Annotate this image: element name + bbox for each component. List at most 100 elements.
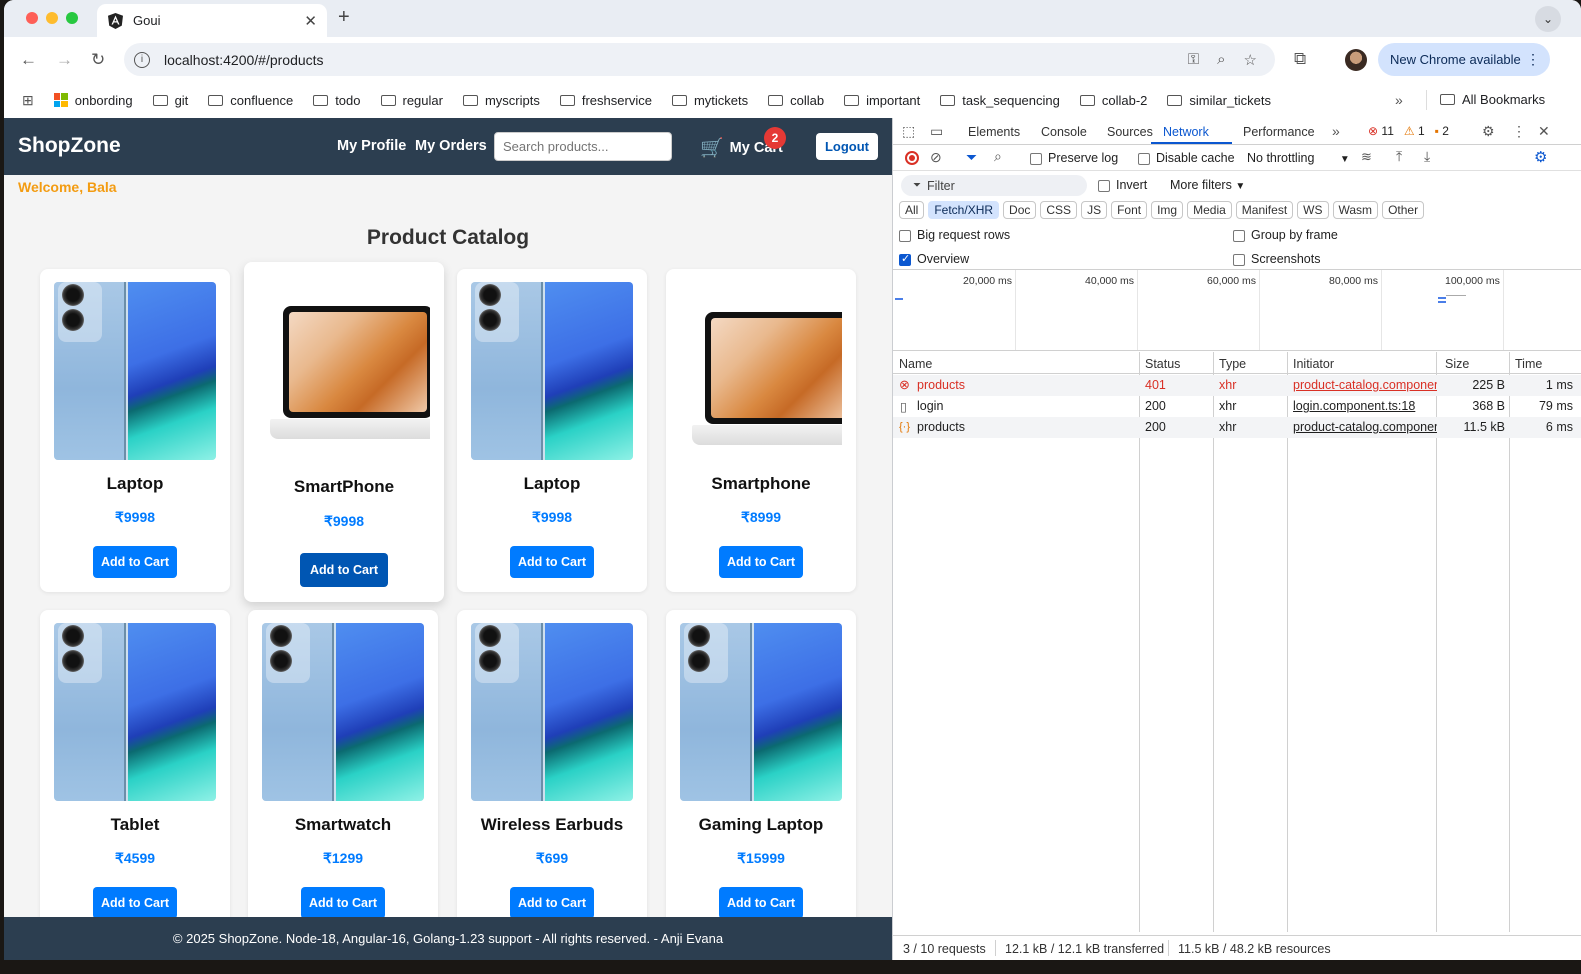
bookmark-confluence[interactable]: confluence [208, 93, 293, 108]
checkbox[interactable] [1233, 229, 1245, 242]
filter-chip-js[interactable]: JS [1081, 201, 1108, 219]
apps-grid-icon[interactable]: ⊞ [22, 92, 34, 109]
close-window-button[interactable] [26, 12, 38, 24]
reload-icon[interactable]: ↻ [91, 50, 105, 70]
add-to-cart-button[interactable]: Add to Cart [510, 887, 594, 919]
network-overview-timeline[interactable]: 20,000 ms 40,000 ms 60,000 ms 80,000 ms … [893, 269, 1581, 351]
more-menu-icon[interactable]: ⋮ [1526, 51, 1540, 68]
tab-elements[interactable]: Elements [968, 125, 1020, 139]
all-bookmarks[interactable]: All Bookmarks [1440, 92, 1545, 107]
site-info-icon[interactable]: i [134, 51, 150, 68]
new-tab-icon[interactable]: + [338, 6, 350, 29]
bookmark-star-icon[interactable]: ☆ [1244, 51, 1257, 69]
bookmark-task-sequencing[interactable]: task_sequencing [940, 93, 1060, 108]
bookmark-freshservice[interactable]: freshservice [559, 93, 652, 108]
record-icon[interactable] [905, 151, 919, 165]
overview-checkbox[interactable]: Overview [899, 252, 969, 266]
settings-gear-icon[interactable]: ⚙ [1482, 123, 1495, 140]
bookmark-important[interactable]: important [844, 93, 920, 108]
filter-chip-fetchxhr[interactable]: Fetch/XHR [928, 201, 1000, 219]
column-status[interactable]: Status [1145, 357, 1180, 371]
more-tabs-icon[interactable]: » [1332, 123, 1340, 139]
download-har-icon[interactable]: ⤓ [1424, 148, 1430, 165]
filter-input[interactable]: ⏷ Filter [901, 175, 1087, 196]
table-row[interactable]: ▯ login 200 xhr login.component.ts:18 368 B 79… [893, 396, 1581, 417]
filter-chip-wasm[interactable]: Wasm [1332, 201, 1379, 219]
tab-console[interactable]: Console [1041, 125, 1087, 139]
screenshots-checkbox[interactable]: Screenshots [1233, 252, 1320, 266]
filter-chip-media[interactable]: Media [1187, 201, 1232, 219]
my-profile-link[interactable]: My Profile [337, 138, 406, 154]
filter-chip-all[interactable]: All [899, 201, 925, 219]
bookmark-todo[interactable]: todo [313, 93, 361, 108]
column-time[interactable]: Time [1515, 357, 1542, 371]
inspect-element-icon[interactable]: ⬚ [902, 123, 915, 140]
close-devtools-icon[interactable]: ✕ [1538, 123, 1550, 140]
network-settings-icon[interactable]: ⚙ [1534, 148, 1547, 166]
checkbox[interactable] [899, 229, 911, 242]
bookmark-collab[interactable]: collab [768, 93, 824, 108]
add-to-cart-button[interactable]: Add to Cart [301, 887, 385, 919]
profile-avatar[interactable] [1345, 49, 1367, 71]
checkbox[interactable] [1098, 179, 1110, 192]
checkbox-checked[interactable] [899, 252, 911, 266]
zoom-icon[interactable]: ⌕ [1217, 51, 1225, 68]
key-icon[interactable]: ⚿ [1188, 51, 1199, 68]
filter-chip-css[interactable]: CSS [1040, 201, 1078, 219]
maximize-window-button[interactable] [66, 12, 78, 24]
filter-chip-img[interactable]: Img [1151, 201, 1184, 219]
filter-chip-doc[interactable]: Doc [1003, 201, 1037, 219]
group-by-frame-checkbox[interactable]: Group by frame [1233, 228, 1338, 242]
bookmark-onbording[interactable]: onbording [53, 93, 133, 108]
tab-sources[interactable]: Sources [1107, 125, 1153, 139]
filter-chip-ws[interactable]: WS [1297, 201, 1329, 219]
close-tab-icon[interactable]: ✕ [304, 12, 317, 30]
add-to-cart-button[interactable]: Add to Cart [719, 887, 803, 919]
bookmark-regular[interactable]: regular [380, 93, 443, 108]
more-filters-dropdown[interactable]: More filters ▼ [1170, 178, 1245, 192]
column-name[interactable]: Name [899, 357, 932, 371]
upload-har-icon[interactable]: ⤒ [1396, 148, 1402, 165]
tab-performance[interactable]: Performance [1243, 125, 1315, 139]
clear-icon[interactable]: ⊘ [930, 149, 942, 166]
request-initiator[interactable]: product-catalog.component.ts [1293, 420, 1437, 434]
add-to-cart-button[interactable]: Add to Cart [719, 546, 803, 578]
more-bookmarks-icon[interactable]: » [1395, 92, 1403, 108]
disable-cache-checkbox[interactable]: Disable cache [1138, 151, 1235, 165]
minimize-window-button[interactable] [46, 12, 58, 24]
browser-tab[interactable]: Goui ✕ [97, 4, 327, 37]
search-icon[interactable]: ⌕ [994, 148, 1002, 165]
request-initiator[interactable]: login.component.ts:18 [1293, 399, 1437, 413]
bookmark-mytickets[interactable]: mytickets [671, 93, 748, 108]
bookmark-git[interactable]: git [152, 93, 188, 108]
filter-chip-manifest[interactable]: Manifest [1235, 201, 1294, 219]
issue-counters[interactable]: ⊗ 11 ⚠ 1 ▪ 2 [1368, 124, 1449, 138]
logout-button[interactable]: Logout [816, 133, 878, 160]
tab-search-icon[interactable]: ⌄ [1535, 6, 1561, 32]
filter-chip-font[interactable]: Font [1111, 201, 1148, 219]
filter-funnel-icon[interactable]: ⏷ [966, 149, 977, 166]
checkbox[interactable] [1233, 253, 1245, 266]
checkbox[interactable] [1138, 152, 1150, 165]
url-text[interactable]: localhost:4200/#/products [164, 52, 1188, 68]
filter-chip-other[interactable]: Other [1382, 201, 1425, 219]
my-orders-link[interactable]: My Orders [415, 138, 487, 154]
add-to-cart-button[interactable]: Add to Cart [93, 546, 177, 578]
bookmark-myscripts[interactable]: myscripts [462, 93, 540, 108]
add-to-cart-button[interactable]: Add to Cart [93, 887, 177, 919]
address-bar[interactable]: i localhost:4200/#/products ⚿ ⌕ ☆ [124, 43, 1275, 76]
preserve-log-checkbox[interactable]: Preserve log [1030, 151, 1118, 165]
column-initiator[interactable]: Initiator [1293, 357, 1334, 371]
invert-checkbox[interactable]: Invert [1098, 178, 1147, 192]
throttling-select[interactable]: No throttling ▼ [1247, 151, 1350, 165]
table-row[interactable]: ⊗ products 401 xhr product-catalog.component… [893, 375, 1581, 396]
column-size[interactable]: Size [1445, 357, 1469, 371]
brand-logo[interactable]: ShopZone [18, 134, 121, 158]
back-icon[interactable]: ← [20, 50, 37, 70]
bookmark-similar-tickets[interactable]: similar_tickets [1167, 93, 1271, 108]
checkbox[interactable] [1030, 152, 1042, 165]
search-input[interactable] [494, 132, 672, 161]
network-conditions-icon[interactable]: ≋ [1361, 149, 1372, 165]
device-toolbar-icon[interactable]: ▭ [930, 123, 943, 140]
tab-network[interactable]: Network [1163, 125, 1209, 139]
